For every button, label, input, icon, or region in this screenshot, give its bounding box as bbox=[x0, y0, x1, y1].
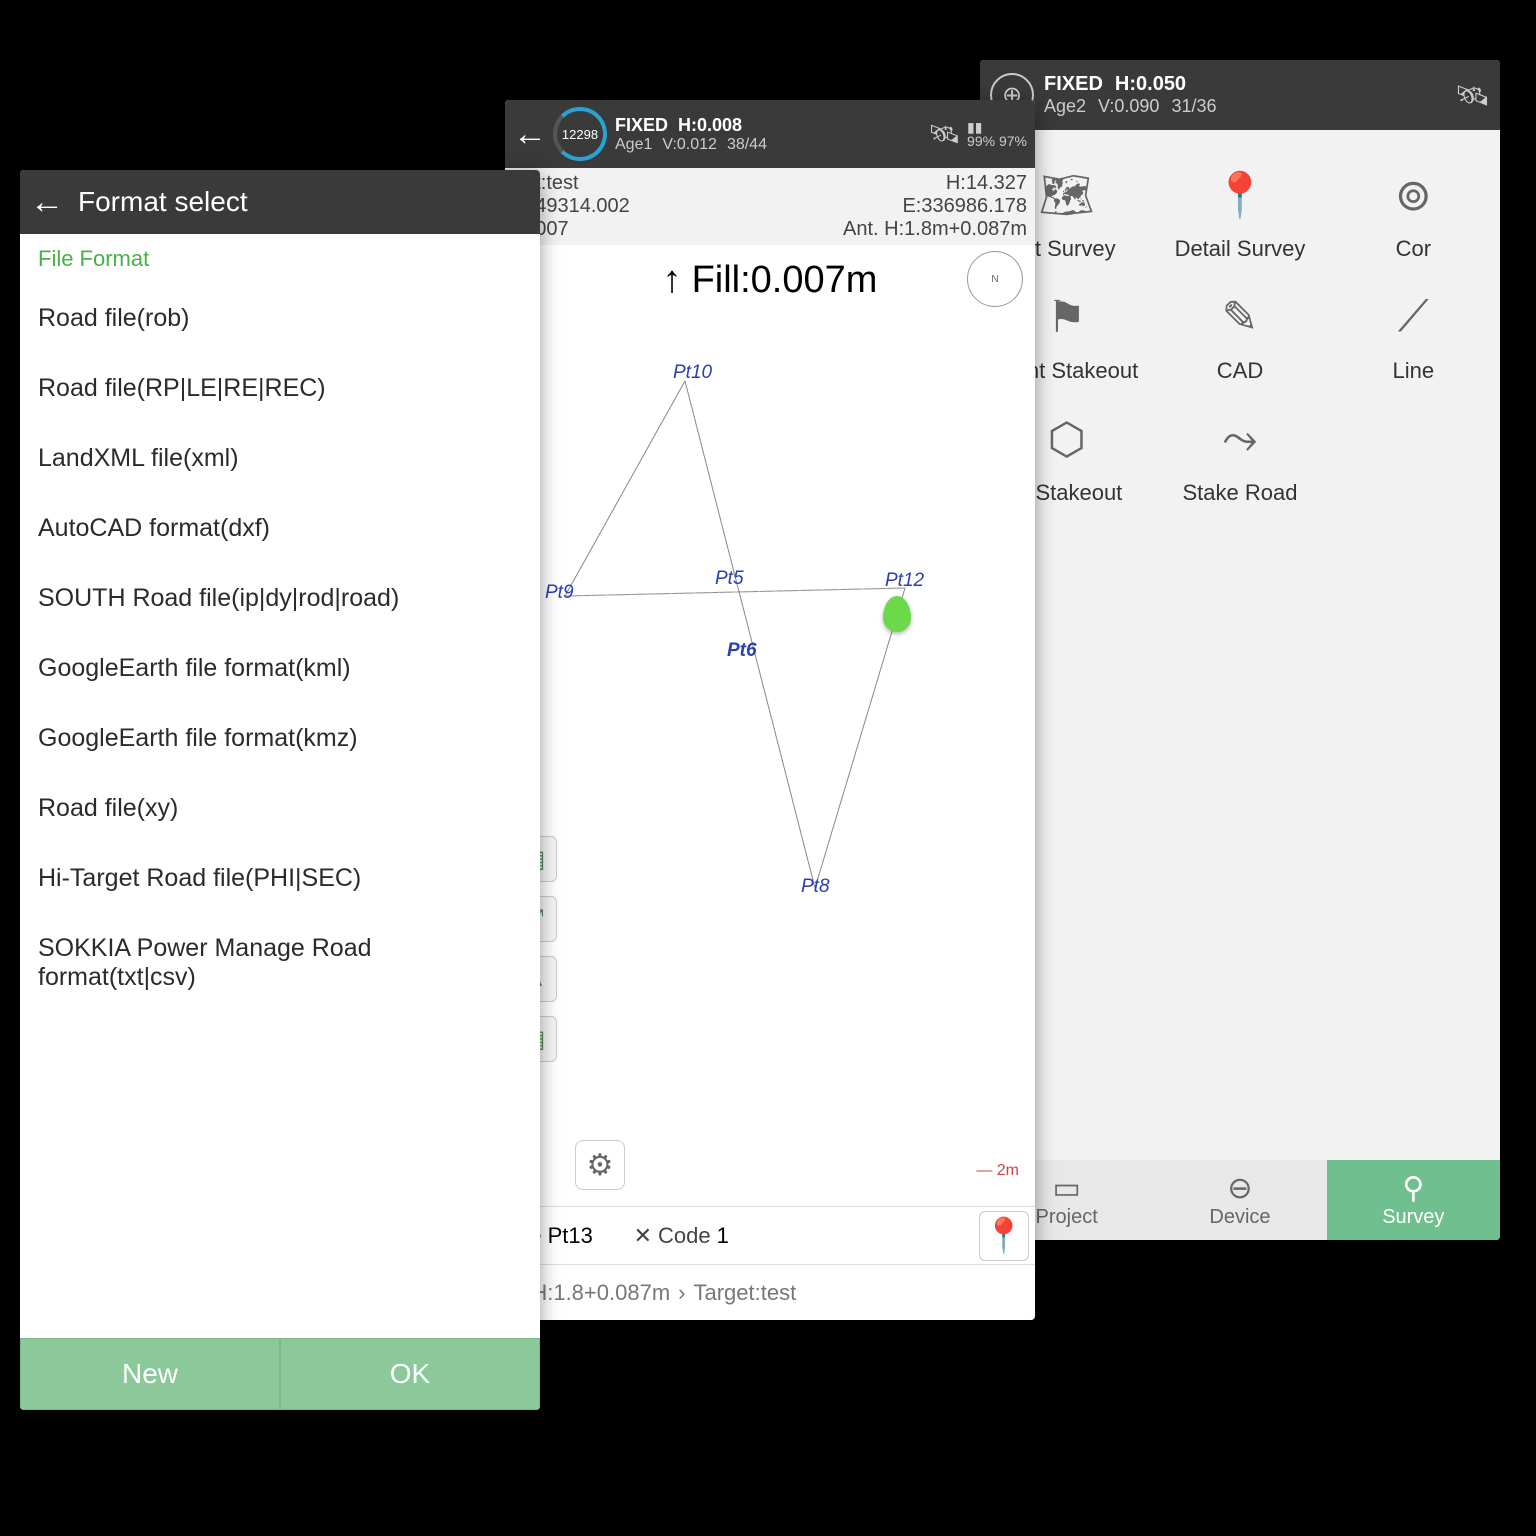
satellite-icon[interactable]: 🛰 bbox=[928, 119, 961, 150]
current-position-icon bbox=[883, 596, 911, 632]
settings-button[interactable]: ⚙ bbox=[575, 1140, 625, 1190]
clear-icon[interactable]: ✕ bbox=[634, 1223, 652, 1249]
code-value[interactable]: 1 bbox=[717, 1223, 973, 1249]
device-icon: ⊖ bbox=[1227, 1171, 1252, 1206]
point-label-pt6[interactable]: Pt6 bbox=[727, 640, 757, 662]
survey-menu-screen: ⊕ FIXED H:0.050 Age2 V:0.090 31/36 🛰 🗺in… bbox=[980, 60, 1500, 1240]
flag-pin-icon: ⚑ bbox=[1032, 282, 1102, 352]
progress-ring[interactable]: 12298 bbox=[553, 107, 607, 161]
up-arrow-icon: ↑ bbox=[663, 259, 682, 302]
format-select-screen: ← Format select File Format Road file(ro… bbox=[20, 170, 540, 1410]
survey-grid: 🗺int Survey 📍Detail Survey ⊚Cor ⚑Point S… bbox=[980, 130, 1500, 536]
point-label-pt8[interactable]: Pt8 bbox=[801, 876, 830, 898]
battery-bars: ▮▮99% 97% bbox=[967, 120, 1027, 148]
polyline-layer bbox=[505, 316, 1035, 1036]
format-item-rp[interactable]: Road file(RP|LE|RE|REC) bbox=[20, 354, 540, 424]
control-icon: ⊚ bbox=[1378, 160, 1448, 230]
code-label: Code bbox=[658, 1223, 711, 1249]
record-point-button[interactable]: 📍 bbox=[979, 1211, 1029, 1261]
nav-survey[interactable]: ⚲Survey bbox=[1327, 1160, 1500, 1240]
fix-status: FIXED bbox=[1044, 73, 1103, 96]
road-icon: ⤳ bbox=[1205, 404, 1275, 474]
format-item-kml[interactable]: GoogleEarth file format(kml) bbox=[20, 634, 540, 704]
point-label-pt12[interactable]: Pt12 bbox=[885, 570, 924, 592]
chevron-right-icon: › bbox=[678, 1280, 685, 1306]
status-bar: ⊕ FIXED H:0.050 Age2 V:0.090 31/36 🛰 bbox=[980, 60, 1500, 130]
v-accuracy: V:0.012 bbox=[662, 136, 717, 154]
fix-status: FIXED bbox=[615, 115, 668, 136]
map-canvas[interactable]: Pt10 Pt9 Pt5 Pt12 Pt6 Pt8 ▦ ⤢ A ▤ bbox=[505, 316, 1035, 1036]
pin-sparkle-icon: 📍 bbox=[1205, 160, 1275, 230]
name-value[interactable]: Pt13 bbox=[548, 1223, 628, 1249]
title-bar: ← Format select bbox=[20, 170, 540, 234]
fill-indicator: ↑ Fill:0.007m N bbox=[505, 245, 1035, 316]
cad-icon: ✎ bbox=[1205, 282, 1275, 352]
new-button[interactable]: New bbox=[20, 1338, 280, 1410]
format-item-xml[interactable]: LandXML file(xml) bbox=[20, 424, 540, 494]
back-button[interactable]: ← bbox=[30, 183, 64, 222]
button-row: New OK bbox=[20, 1338, 540, 1410]
age-label: Age2 bbox=[1044, 96, 1086, 117]
format-item-sokkia[interactable]: SOKKIA Power Manage Road format(txt|csv) bbox=[20, 914, 540, 1013]
v-accuracy: V:0.090 bbox=[1098, 96, 1159, 117]
name-code-row: me Pt13 ✕ Code 1 📍 bbox=[505, 1206, 1035, 1264]
fill-value: Fill:0.007m bbox=[692, 259, 878, 302]
age-label: Age1 bbox=[615, 136, 652, 154]
compass-icon[interactable]: N bbox=[967, 251, 1023, 307]
back-button[interactable]: ← bbox=[513, 115, 553, 154]
stake-road-item[interactable]: ⤳Stake Road bbox=[1153, 404, 1326, 506]
satellite-icon[interactable]: 🛰 bbox=[1454, 79, 1490, 112]
point-label-pt9[interactable]: Pt9 bbox=[545, 582, 574, 604]
format-item-dxf[interactable]: AutoCAD format(dxf) bbox=[20, 494, 540, 564]
status-bar: ← 12298 FIXED H:0.008 Age1 V:0.012 38/44… bbox=[505, 100, 1035, 168]
h-accuracy: H:0.008 bbox=[678, 115, 742, 136]
mesh-icon: ⬡ bbox=[1032, 404, 1102, 474]
control-item[interactable]: ⊚Cor bbox=[1327, 160, 1500, 262]
cad-item[interactable]: ✎CAD bbox=[1153, 282, 1326, 384]
coord-info: get:testH:14.327 4449314.002E:336986.178… bbox=[505, 168, 1035, 245]
stakeout-screen: ← 12298 FIXED H:0.008 Age1 V:0.012 38/44… bbox=[505, 100, 1035, 1320]
line-icon: ⟋ bbox=[1378, 282, 1448, 352]
target-name[interactable]: Target:test bbox=[693, 1280, 796, 1306]
sat-count: 31/36 bbox=[1171, 96, 1216, 117]
format-item-rob[interactable]: Road file(rob) bbox=[20, 284, 540, 354]
bottom-nav: ▭Project ⊖Device ⚲Survey bbox=[980, 1160, 1500, 1240]
section-header: File Format bbox=[20, 234, 540, 284]
page-title: Format select bbox=[78, 186, 248, 218]
scale-bar: ⎯⎯ 2m bbox=[976, 1162, 1019, 1180]
format-item-xy[interactable]: Road file(xy) bbox=[20, 774, 540, 844]
point-label-pt5[interactable]: Pt5 bbox=[715, 568, 744, 590]
detail-survey-item[interactable]: 📍Detail Survey bbox=[1153, 160, 1326, 262]
survey-icon: ⚲ bbox=[1402, 1171, 1424, 1206]
map-pin-icon: 🗺 bbox=[1032, 160, 1102, 230]
sat-count: 38/44 bbox=[727, 136, 767, 154]
h-accuracy: H:0.050 bbox=[1115, 73, 1186, 96]
format-item-kmz[interactable]: GoogleEarth file format(kmz) bbox=[20, 704, 540, 774]
format-item-hitarget[interactable]: Hi-Target Road file(PHI|SEC) bbox=[20, 844, 540, 914]
project-icon: ▭ bbox=[1052, 1171, 1080, 1206]
point-label-pt10[interactable]: Pt10 bbox=[673, 362, 712, 384]
nav-device[interactable]: ⊖Device bbox=[1153, 1160, 1326, 1240]
line-item[interactable]: ⟋Line bbox=[1327, 282, 1500, 384]
footer-row: t. H:1.8+0.087m › Target:test bbox=[505, 1264, 1035, 1320]
ok-button[interactable]: OK bbox=[280, 1338, 540, 1410]
format-item-south[interactable]: SOUTH Road file(ip|dy|rod|road) bbox=[20, 564, 540, 634]
